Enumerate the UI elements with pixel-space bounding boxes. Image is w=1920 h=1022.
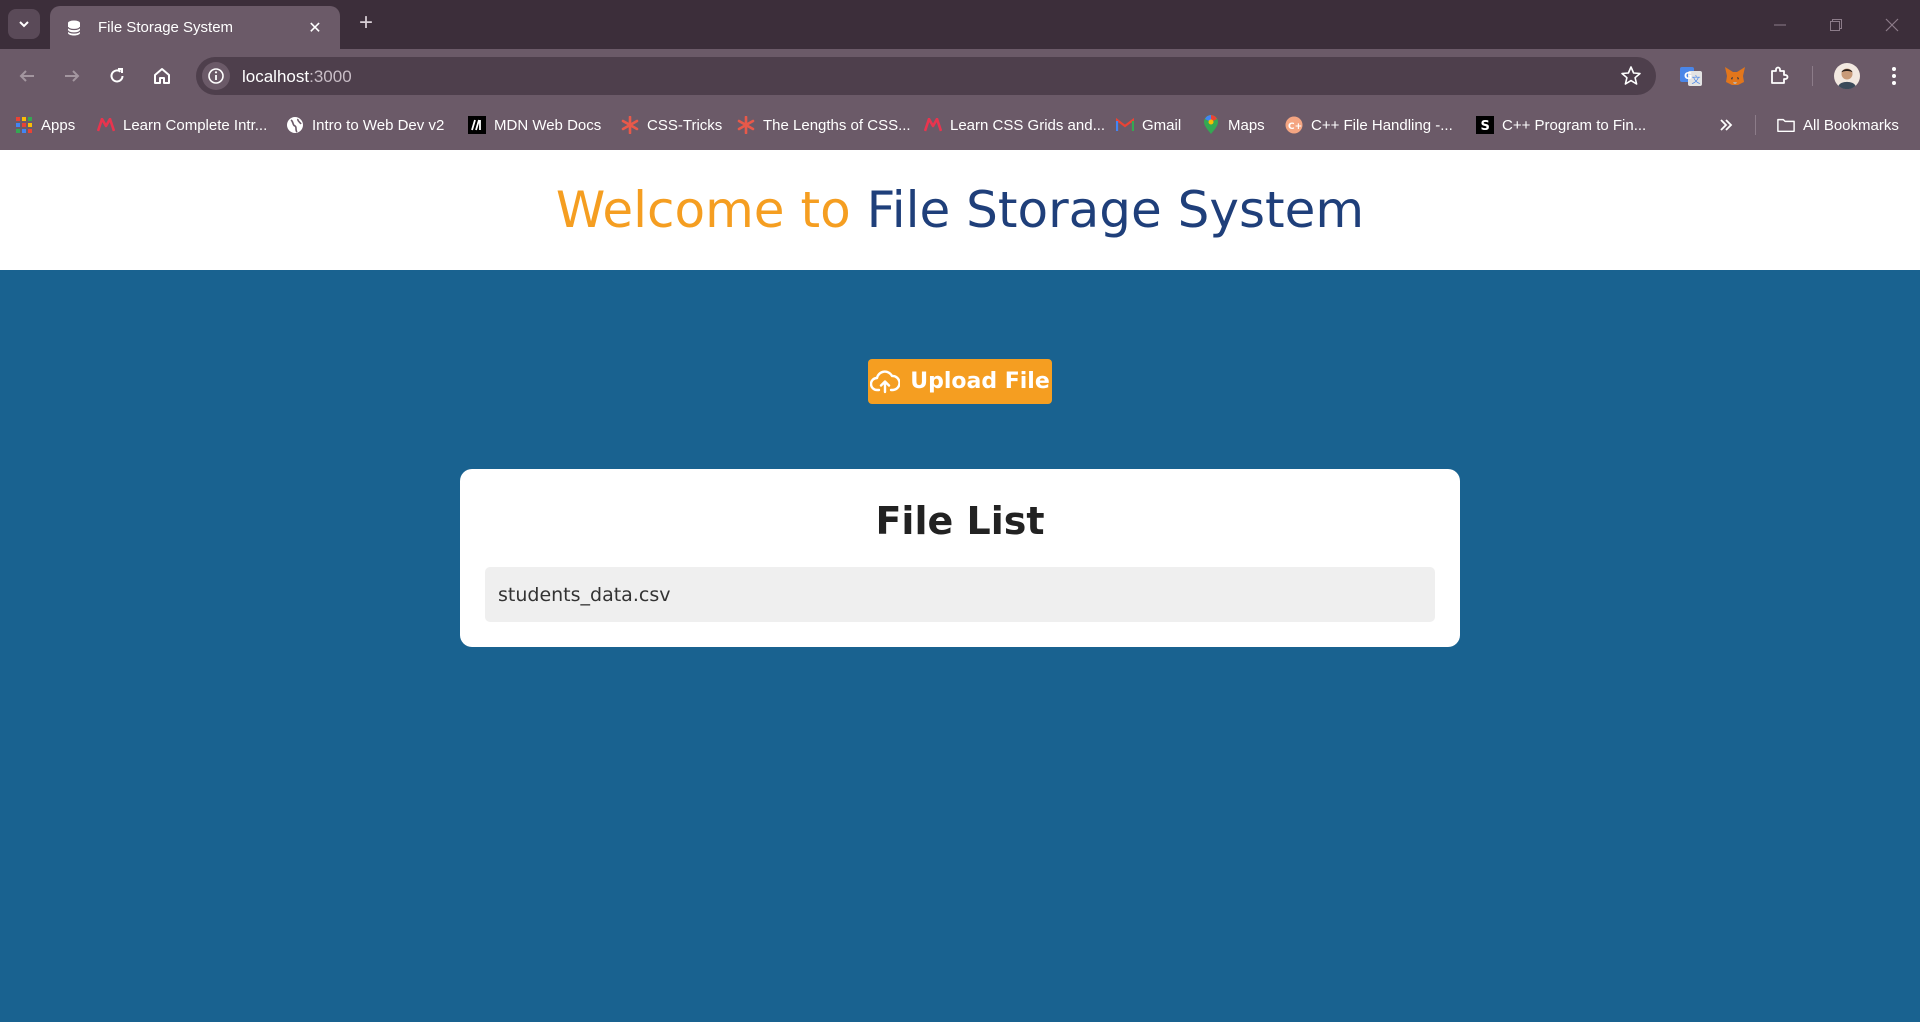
reload-icon — [110, 68, 124, 83]
bookmark-css-tricks[interactable]: CSS-Tricks — [621, 114, 722, 136]
bookmarks-divider — [1755, 115, 1756, 135]
browser-menu-button[interactable] — [1879, 61, 1909, 91]
page-header: Welcome to File Storage System — [0, 150, 1920, 270]
m-logo-icon — [924, 116, 942, 134]
minimize-button[interactable] — [1752, 0, 1808, 49]
translate-extension-icon[interactable]: G文 — [1676, 61, 1706, 91]
maps-pin-icon — [1202, 115, 1220, 134]
bookmark-learn-complete[interactable]: Learn Complete Intr... — [97, 114, 267, 136]
bookmark-label: Gmail — [1142, 116, 1182, 134]
s-logo-icon: S — [1476, 116, 1494, 134]
bookmark-label: The Lengths of CSS... — [763, 116, 911, 134]
bookmark-label: Apps — [41, 116, 76, 134]
metamask-fox-icon[interactable] — [1720, 61, 1750, 91]
site-info-button[interactable] — [202, 62, 230, 90]
tab-search-button[interactable] — [8, 9, 40, 39]
toolbar-divider — [1812, 66, 1813, 86]
chevron-down-icon — [19, 21, 29, 28]
bookmark-label: C++ File Handling -... — [1311, 116, 1453, 134]
bookmark-lengths-of-css[interactable]: The Lengths of CSS... — [737, 114, 911, 136]
upload-file-button[interactable]: Upload File — [868, 359, 1052, 404]
bookmark-label: CSS-Tricks — [647, 116, 723, 134]
kebab-menu-icon — [1892, 67, 1896, 85]
new-tab-button[interactable]: + — [354, 11, 378, 36]
asterisk-icon — [737, 116, 755, 134]
forward-arrow-icon — [65, 70, 80, 82]
tab-title: File Storage System — [98, 19, 234, 36]
bookmarks-overflow-button[interactable] — [1719, 114, 1733, 136]
close-window-button[interactable] — [1864, 0, 1920, 49]
bookmark-css-grids[interactable]: Learn CSS Grids and... — [924, 114, 1105, 136]
restore-button[interactable] — [1808, 0, 1864, 49]
browser-toolbar: localhost:3000 G文 — [0, 49, 1920, 101]
m-logo-icon — [97, 116, 115, 134]
url-host: localhost — [242, 67, 310, 86]
restore-icon — [1830, 18, 1842, 31]
reload-button[interactable] — [102, 61, 132, 91]
forward-button[interactable] — [57, 61, 87, 91]
url-text[interactable]: localhost:3000 — [242, 67, 352, 87]
back-button[interactable] — [12, 61, 42, 91]
bookmark-cpp-program[interactable]: S C++ Program to Fin... — [1476, 114, 1646, 136]
upload-file-label: Upload File — [910, 369, 1050, 394]
gmail-icon — [1116, 116, 1134, 134]
profile-avatar[interactable] — [1832, 61, 1862, 91]
title-app-name: File Storage System — [866, 181, 1365, 239]
bookmark-gmail[interactable]: Gmail — [1116, 114, 1181, 136]
home-icon — [154, 68, 170, 84]
globe-icon — [286, 116, 304, 134]
svg-text:文: 文 — [1692, 74, 1701, 86]
all-bookmarks-label: All Bookmarks — [1803, 116, 1899, 134]
apps-grid-icon — [15, 116, 33, 134]
svg-text:C+: C+ — [1288, 122, 1302, 132]
active-tab[interactable]: File Storage System ✕ — [50, 6, 340, 49]
bookmark-mdn[interactable]: MDN Web Docs — [468, 114, 601, 136]
file-list-item[interactable]: students_data.csv — [485, 567, 1435, 622]
bookmark-apps[interactable]: Apps — [15, 114, 75, 136]
bookmark-label: C++ Program to Fin... — [1502, 116, 1647, 134]
double-chevron-right-icon — [1720, 119, 1733, 131]
bookmark-maps[interactable]: Maps — [1202, 114, 1265, 136]
all-bookmarks-button[interactable]: All Bookmarks — [1777, 114, 1899, 136]
cpp-icon: C+ — [1285, 116, 1303, 134]
file-list-title: File List — [875, 499, 1045, 543]
bookmarks-bar: Apps Learn Complete Intr... Intro to Web… — [0, 101, 1920, 150]
bookmark-label: Maps — [1228, 116, 1265, 134]
address-bar[interactable]: localhost:3000 — [196, 57, 1656, 95]
bookmark-label: Intro to Web Dev v2 — [312, 116, 445, 134]
svg-text:S: S — [1481, 119, 1490, 134]
bookmark-star-icon[interactable] — [1620, 65, 1642, 87]
database-icon — [64, 18, 84, 38]
cloud-upload-icon — [870, 369, 901, 393]
extensions-puzzle-icon[interactable] — [1764, 61, 1794, 91]
bookmark-label: Learn CSS Grids and... — [950, 116, 1106, 134]
title-welcome: Welcome to — [555, 181, 851, 239]
browser-tab-strip: File Storage System ✕ + — [0, 0, 1920, 49]
asterisk-icon — [621, 116, 639, 134]
bookmark-cpp-file-handling[interactable]: C+ C++ File Handling -... — [1285, 114, 1453, 136]
folder-icon — [1777, 116, 1795, 134]
page-title: Welcome to File Storage System — [556, 181, 1364, 239]
home-button[interactable] — [147, 61, 177, 91]
bookmark-label: Learn Complete Intr... — [123, 116, 268, 134]
window-controls — [1752, 0, 1920, 49]
back-arrow-icon — [19, 70, 34, 82]
info-icon — [208, 68, 224, 84]
close-icon — [1885, 18, 1899, 31]
file-list-card: File List students_data.csv — [460, 469, 1460, 647]
bookmark-intro-web-dev[interactable]: Intro to Web Dev v2 — [286, 114, 444, 136]
mdn-icon — [468, 116, 486, 134]
close-tab-icon[interactable]: ✕ — [304, 17, 326, 39]
bookmark-label: MDN Web Docs — [494, 116, 602, 134]
url-port: :3000 — [309, 67, 352, 86]
minimize-icon — [1774, 24, 1786, 25]
